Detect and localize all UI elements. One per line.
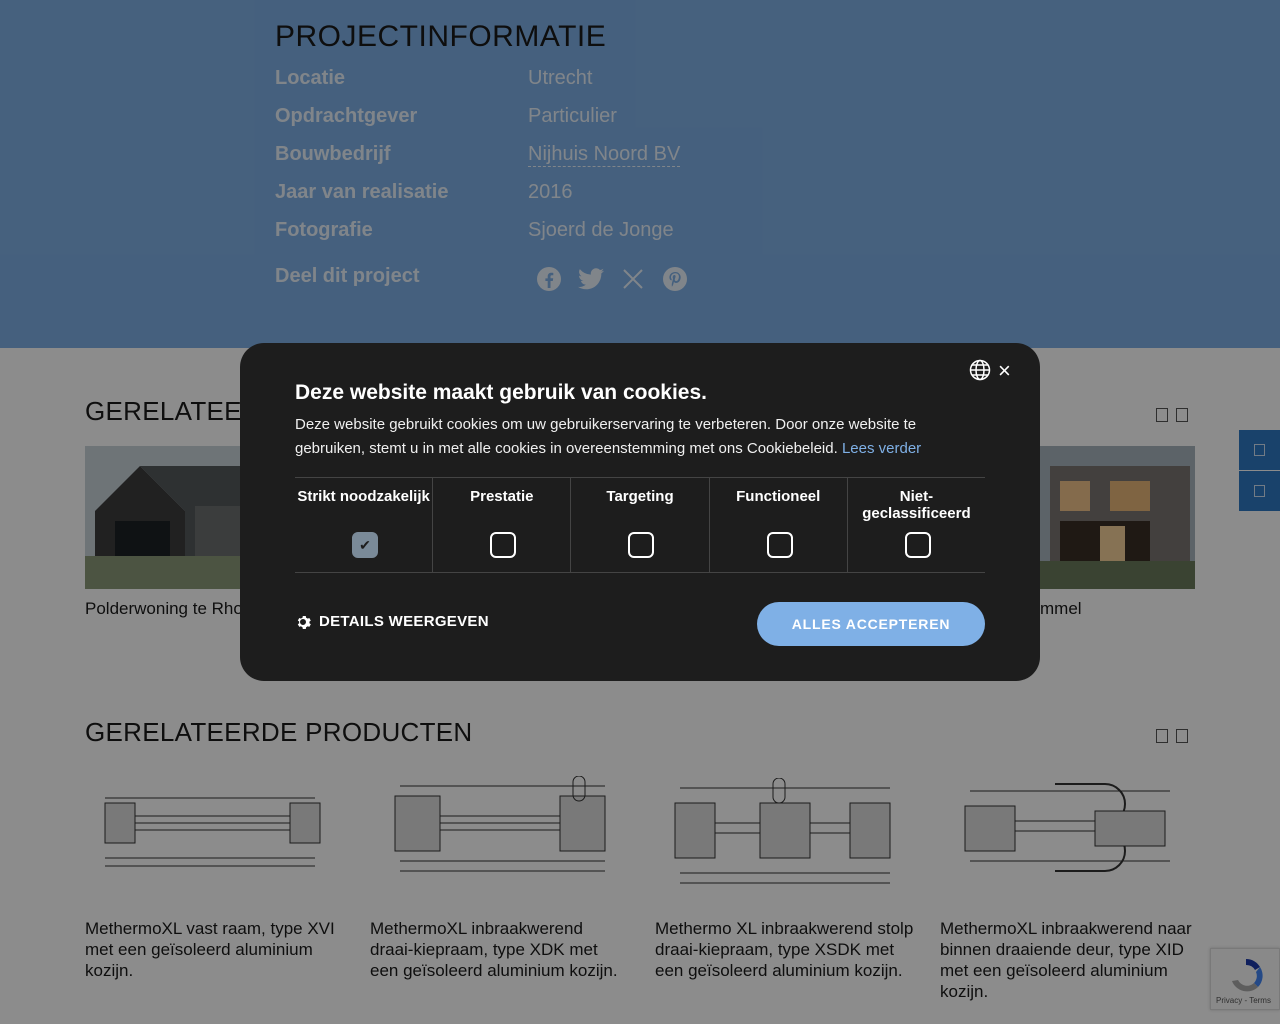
cookie-title: Deze website maakt gebruik van cookies. [295,381,708,404]
category-label: Strikt noodzakelijk [297,488,430,505]
category-unclassified: Niet-geclassificeerd [848,478,985,572]
read-more-link[interactable]: Lees verder [842,440,921,457]
checkbox-functional[interactable] [766,532,793,558]
category-label: Targeting [606,488,674,505]
checkbox-performance[interactable] [490,532,517,558]
category-label: Niet-geclassificeerd [862,488,971,522]
category-strictly-necessary: Strikt noodzakelijk ✔ [295,478,434,572]
category-targeting: Targeting [571,478,710,572]
show-details-button[interactable]: DETAILS WEERGEVEN [295,613,489,630]
accept-all-button[interactable]: ALLES ACCEPTEREN [757,602,985,646]
checkbox-targeting[interactable] [628,532,655,558]
checkbox-unclassified[interactable] [904,532,931,558]
cookie-body: Deze website gebruikt cookies om uw gebr… [295,416,917,457]
cookie-text: Deze website gebruikt cookies om uw gebr… [295,413,935,461]
checkbox-strictly-necessary[interactable]: ✔ [352,532,378,558]
close-icon[interactable]: × [998,358,1011,384]
cookie-consent-dialog: × Deze website maakt gebruik van cookies… [240,343,1040,681]
gear-icon [297,615,311,629]
checkmark-icon: ✔ [359,536,371,553]
category-label: Functioneel [736,488,821,505]
language-globe-icon[interactable] [969,359,991,381]
details-label: DETAILS WEERGEVEN [319,613,489,630]
category-performance: Prestatie [433,478,572,572]
category-label: Prestatie [470,488,534,505]
category-functional: Functioneel [710,478,848,572]
cookie-categories: Strikt noodzakelijk ✔ Prestatie Targetin… [295,477,985,573]
